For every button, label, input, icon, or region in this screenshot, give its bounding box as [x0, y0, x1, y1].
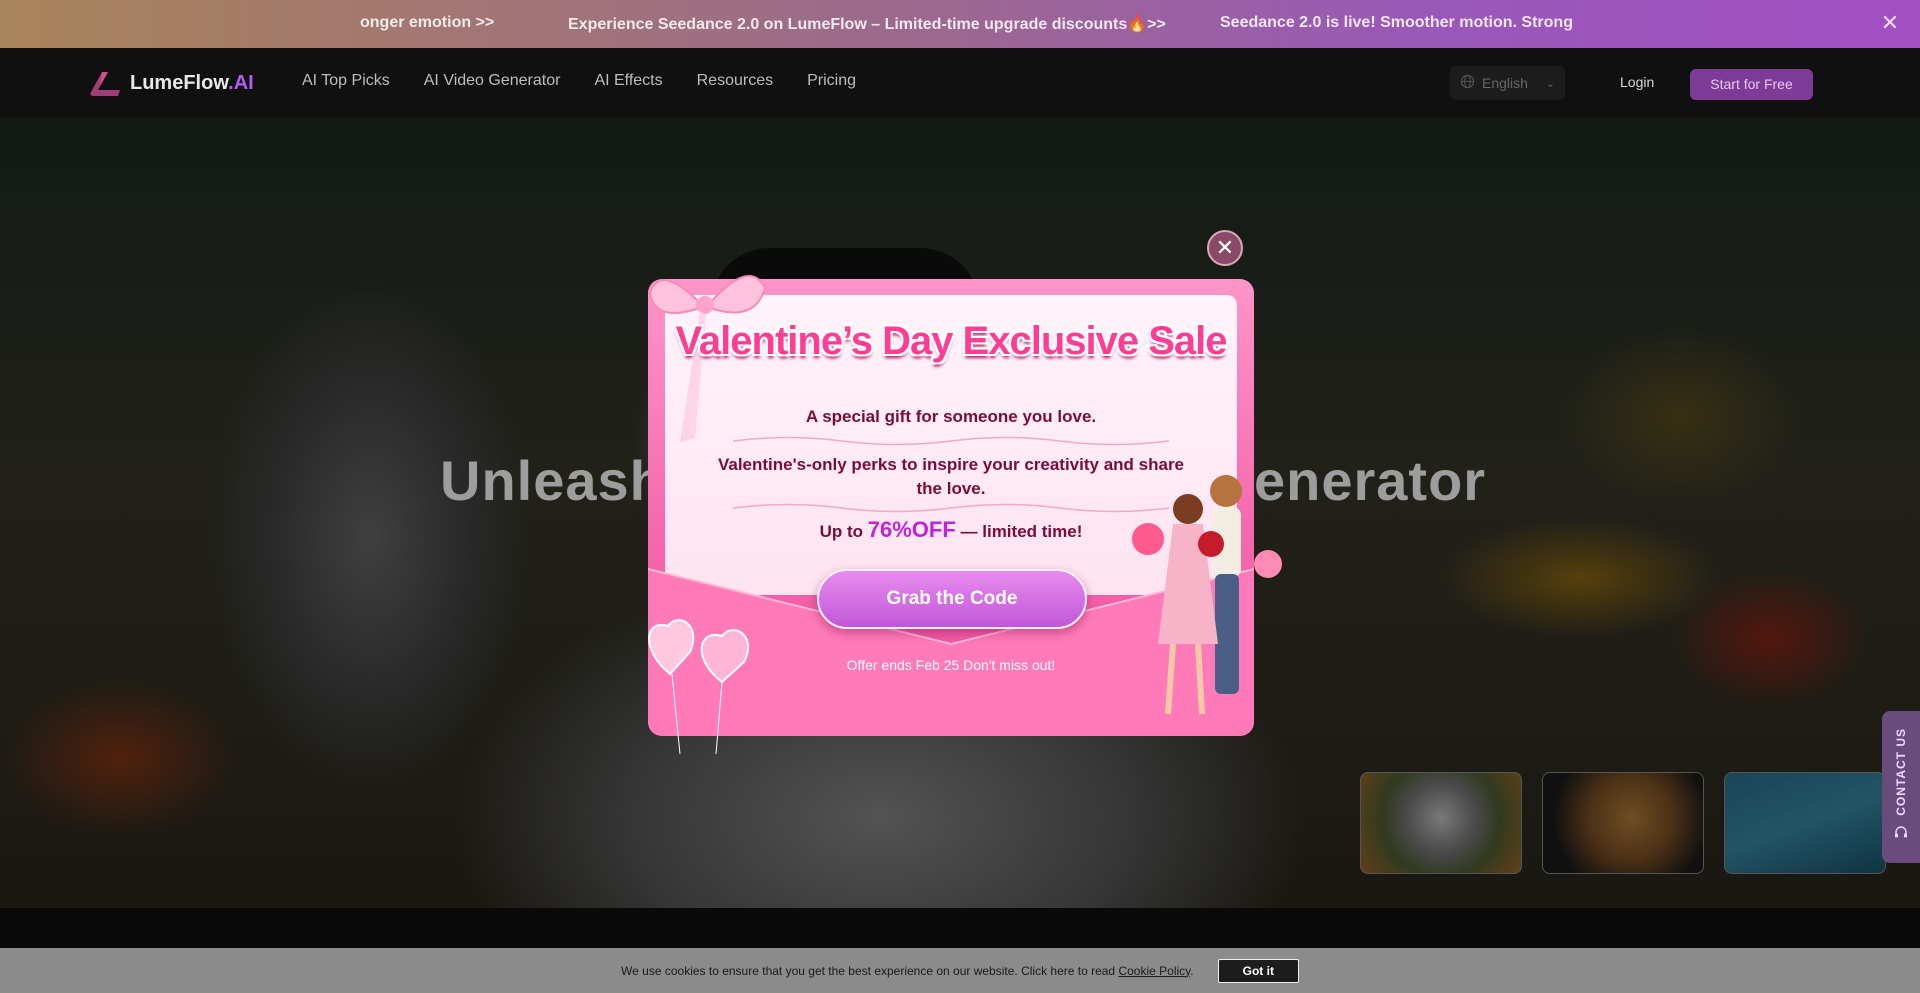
logo-text: LumeFlow.AI: [130, 71, 254, 94]
menu-item-resources[interactable]: Resources: [697, 72, 773, 90]
heart-balloons-icon: [648, 619, 750, 754]
announcement-bar: onger emotion >> Experience Seedance 2.0…: [0, 0, 1920, 48]
start-for-free-button[interactable]: Start for Free: [1690, 69, 1813, 100]
logo-icon: [88, 68, 122, 98]
couple-illustration-icon: [1132, 475, 1282, 715]
cookie-accept-button[interactable]: Got it: [1217, 958, 1299, 983]
thumbnail-dog-driving[interactable]: [1542, 772, 1704, 874]
thumbnail-astronaut[interactable]: [1360, 772, 1522, 874]
menu-item-ai-video-generator[interactable]: AI Video Generator: [424, 72, 561, 90]
top-navigation: LumeFlow.AI AI Top Picks AI Video Genera…: [0, 48, 1920, 118]
modal-headline: Valentine’s Day Exclusive Sale: [675, 319, 1227, 363]
logo[interactable]: LumeFlow.AI: [88, 66, 254, 100]
sample-thumbnails: [1360, 772, 1886, 874]
main-menu: AI Top Picks AI Video Generator AI Effec…: [302, 72, 856, 90]
cookie-message: We use cookies to ensure that you get th…: [621, 963, 1194, 978]
contact-us-label: CONTACT US: [1894, 727, 1908, 816]
cookie-policy-link[interactable]: Cookie Policy: [1118, 964, 1190, 978]
language-selector[interactable]: English ⌄: [1450, 66, 1565, 100]
language-label: English: [1482, 75, 1528, 91]
announcement-close-icon[interactable]: ✕: [1878, 11, 1902, 35]
modal-close-icon[interactable]: ✕: [1207, 230, 1243, 266]
valentine-sale-modal: Valentine’s Day Exclusive Sale A special…: [648, 275, 1282, 754]
divider-hearts-icon: [733, 436, 1169, 446]
cookie-banner: We use cookies to ensure that you get th…: [0, 948, 1920, 993]
menu-item-ai-top-picks[interactable]: AI Top Picks: [302, 72, 390, 90]
menu-item-ai-effects[interactable]: AI Effects: [594, 72, 662, 90]
announcement-item[interactable]: Experience Seedance 2.0 on LumeFlow – Li…: [568, 14, 1166, 34]
globe-icon: [1460, 74, 1475, 92]
announcement-item[interactable]: onger emotion >>: [360, 14, 494, 32]
modal-subtitle: A special gift for someone you love.: [805, 407, 1097, 426]
login-link[interactable]: Login: [1620, 74, 1654, 90]
grab-the-code-button[interactable]: Grab the Code: [817, 569, 1087, 629]
contact-us-tab[interactable]: CONTACT US: [1882, 711, 1920, 863]
chevron-down-icon: ⌄: [1545, 77, 1555, 90]
thumbnail-zebra-underwater[interactable]: [1724, 772, 1886, 874]
divider-hearts-icon: [733, 503, 1169, 513]
announcement-item[interactable]: Seedance 2.0 is live! Smoother motion. S…: [1220, 14, 1573, 32]
page-bottom-strip: [0, 908, 1920, 948]
headset-icon: [1893, 825, 1909, 846]
menu-item-pricing[interactable]: Pricing: [807, 72, 856, 90]
discount-percent: 76%OFF: [867, 517, 956, 542]
